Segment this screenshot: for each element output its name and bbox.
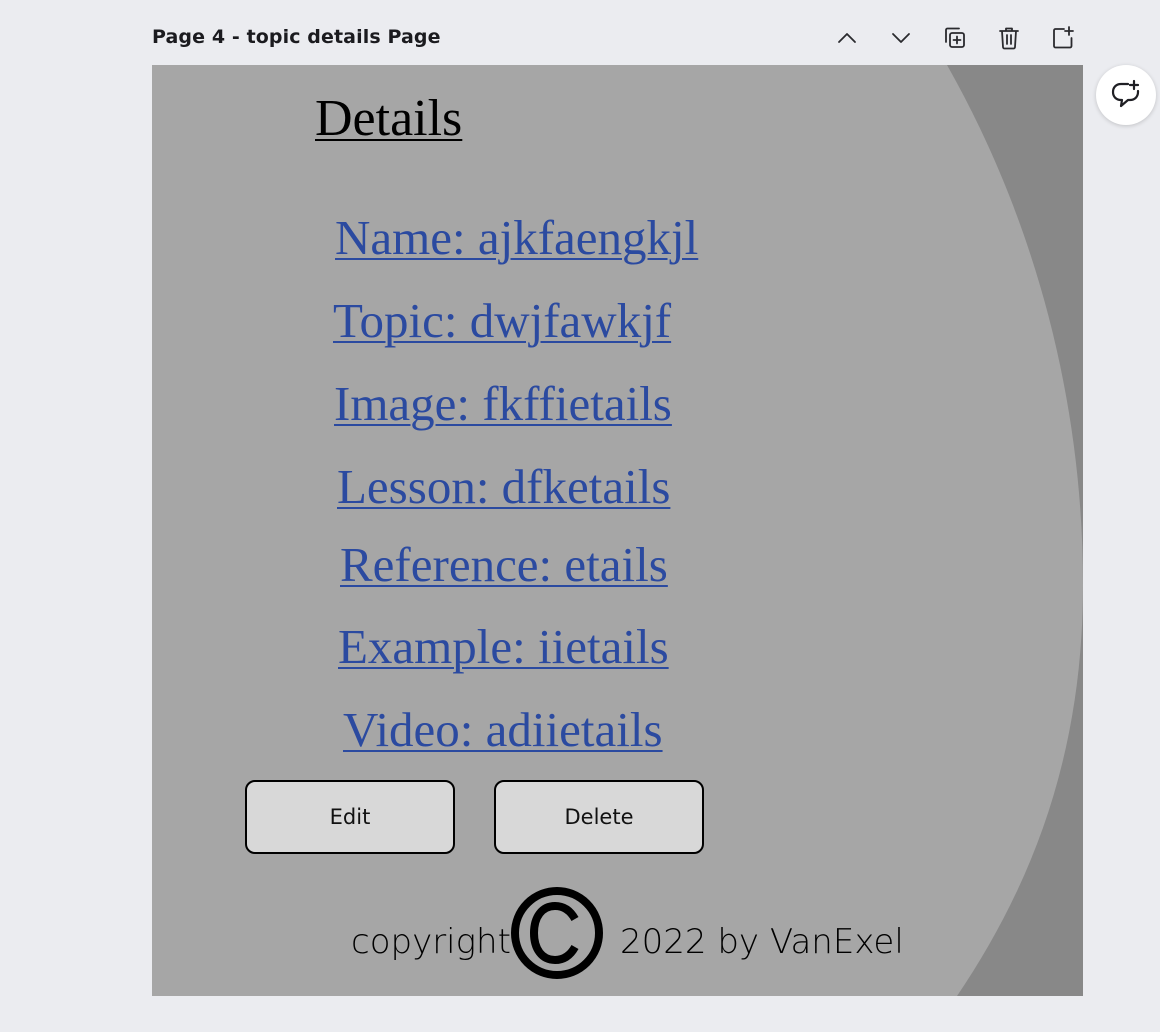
copyright-icon	[511, 887, 603, 979]
add-page-icon	[1053, 26, 1074, 49]
field-example-link[interactable]: Example: iietails	[338, 622, 669, 671]
add-comment-button[interactable]	[1096, 65, 1156, 125]
field-reference-link[interactable]: Reference: etails	[340, 540, 668, 589]
copyright-year-author: 2022 by VanExel	[620, 922, 904, 962]
field-video-link[interactable]: Video: adiietails	[343, 705, 663, 754]
field-image-link[interactable]: Image: fkffietails	[334, 379, 672, 428]
chevron-up-icon	[838, 33, 856, 43]
copyright-word: copyright	[351, 922, 511, 962]
duplicate-page-button[interactable]	[939, 22, 971, 54]
add-comment-icon	[1111, 79, 1140, 108]
delete-page-button[interactable]	[993, 22, 1025, 54]
add-page-button[interactable]	[1047, 22, 1079, 54]
page-title[interactable]: Page 4 - topic details Page	[152, 26, 441, 48]
move-page-up-button[interactable]	[831, 22, 863, 54]
page-header: Page 4 - topic details Page	[152, 22, 1084, 56]
design-canvas[interactable]: Details Name: ajkfaengkjl Topic: dwjfawk…	[152, 65, 1083, 996]
trash-icon	[999, 27, 1019, 50]
canvas-background-shape	[152, 65, 1083, 996]
field-topic-link[interactable]: Topic: dwjfawkjf	[333, 296, 671, 345]
chevron-down-icon	[892, 33, 910, 43]
delete-button[interactable]: Delete	[494, 780, 704, 854]
edit-button[interactable]: Edit	[245, 780, 455, 854]
move-page-down-button[interactable]	[885, 22, 917, 54]
details-heading: Details	[315, 90, 463, 147]
field-lesson-link[interactable]: Lesson: dfketails	[337, 462, 670, 511]
duplicate-page-icon	[945, 27, 965, 48]
field-name-link[interactable]: Name: ajkfaengkjl	[335, 213, 698, 262]
